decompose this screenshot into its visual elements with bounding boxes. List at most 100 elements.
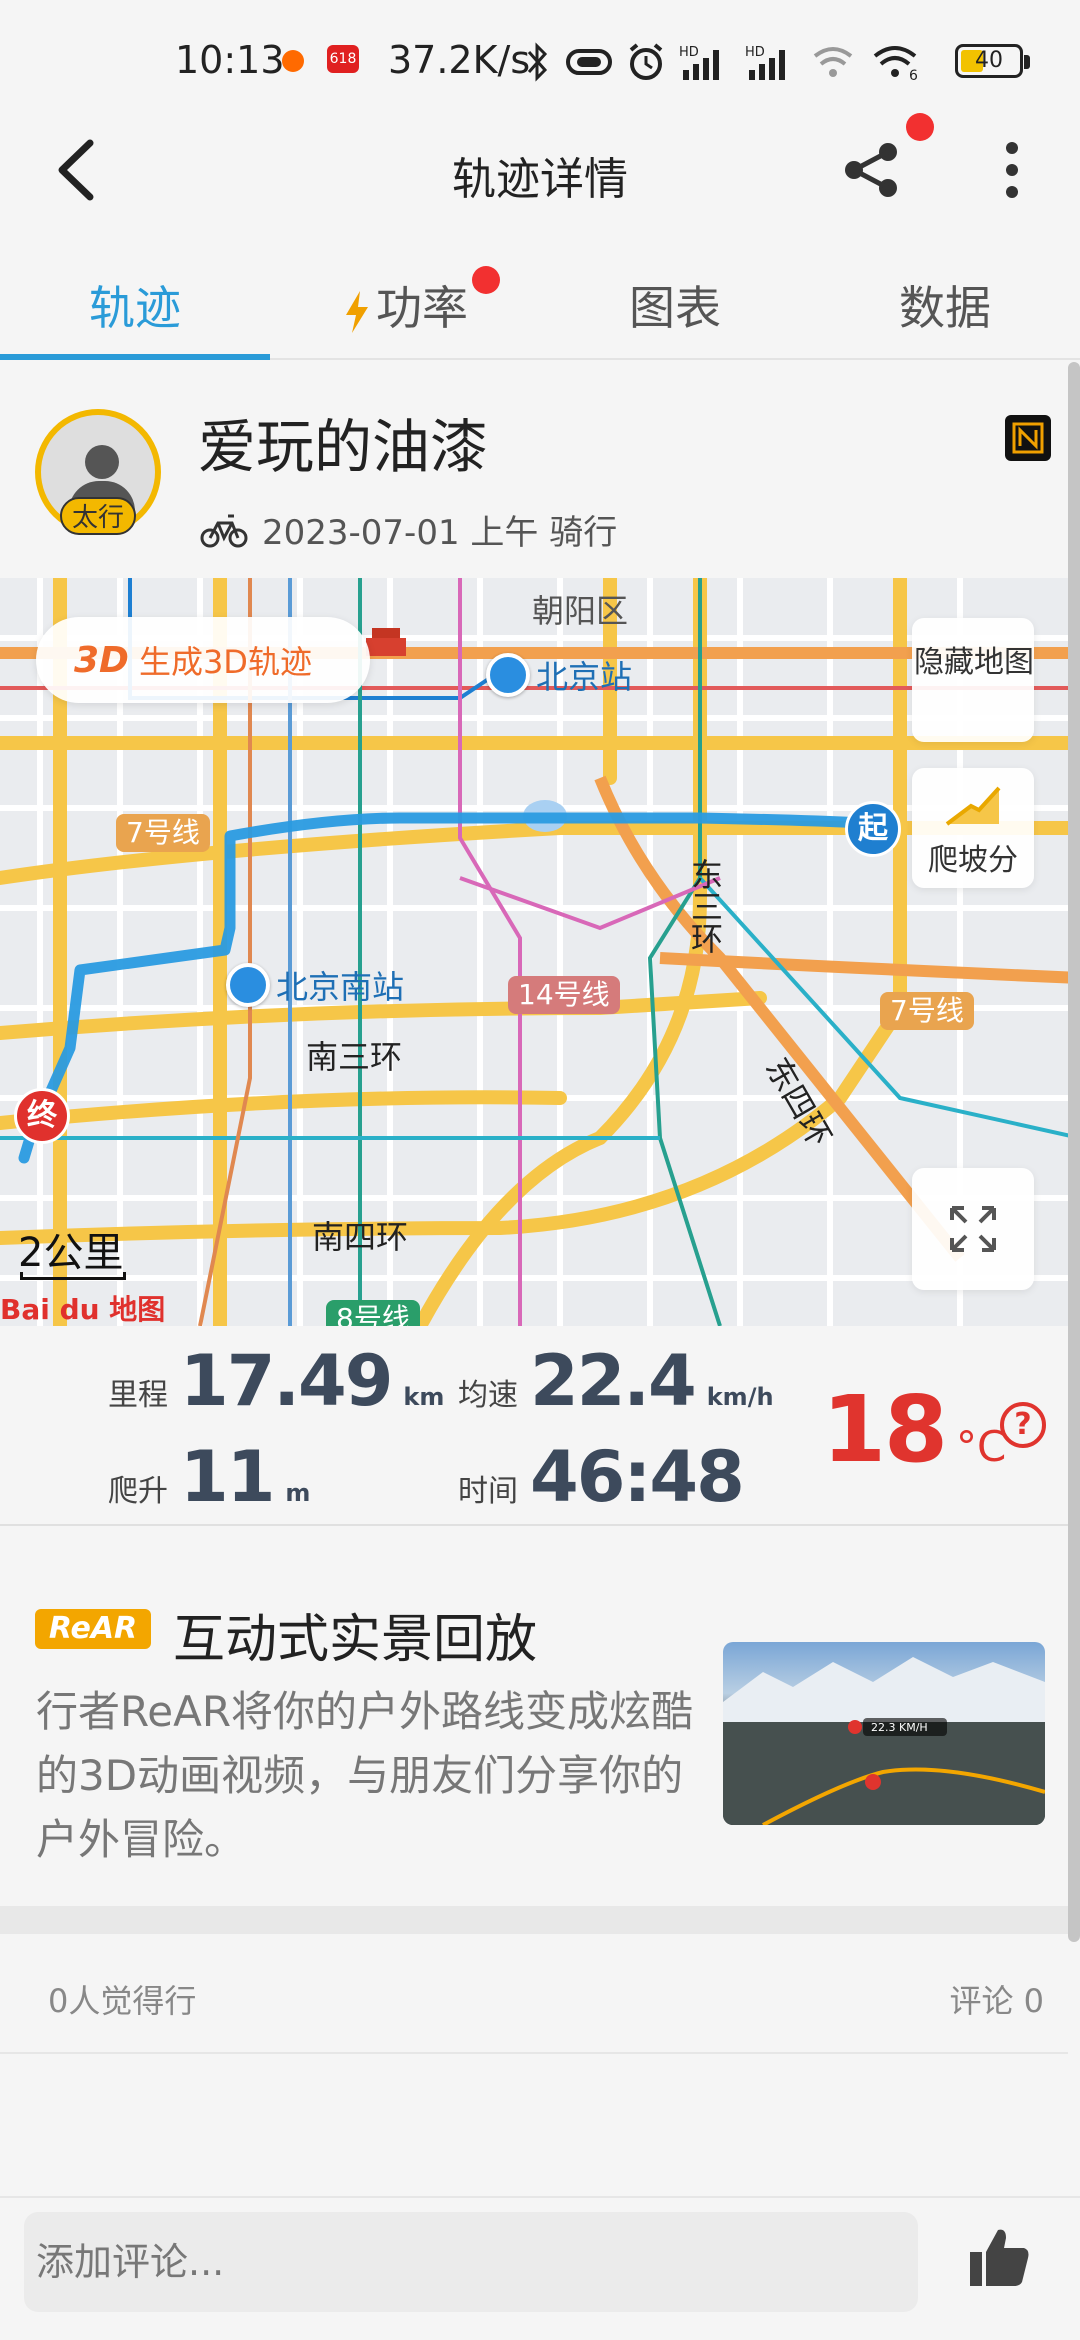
metro-badge-line14: 14号线: [508, 976, 620, 1014]
device-brand-icon: [1005, 415, 1051, 461]
map-scale: 2公里: [18, 1230, 124, 1276]
stat-time: 时间 46:48: [458, 1436, 745, 1518]
more-vertical-icon[interactable]: [1000, 140, 1024, 200]
fullscreen-button[interactable]: [912, 1168, 1034, 1290]
tab-power-label: 功率: [376, 281, 468, 335]
station-beijing-south-label: 北京南站: [276, 968, 405, 1006]
stat-climb-value: 11: [180, 1436, 275, 1518]
rear-logo: ReAR: [35, 1609, 151, 1649]
share-icon[interactable]: [842, 140, 902, 200]
bolt-icon: [346, 290, 368, 333]
rail-station-icon: [486, 653, 530, 697]
help-icon[interactable]: ?: [1000, 1402, 1046, 1448]
section-divider: [0, 1906, 1068, 1934]
temperature: 18 °C: [822, 1376, 1006, 1483]
rear-title: 互动式实景回放: [173, 1610, 538, 1670]
route-start-marker: 起: [845, 801, 901, 857]
tab-data-label: 数据: [899, 281, 991, 335]
tab-active-indicator: [0, 354, 270, 360]
vibrate-icon: [566, 49, 612, 75]
hide-map-label: 隐藏地图: [914, 645, 1034, 680]
notification-dot-icon: [282, 50, 304, 72]
thumbs-up-icon[interactable]: [966, 2224, 1032, 2290]
climb-score-button[interactable]: 爬坡分: [912, 768, 1034, 888]
3d-icon: 3D: [74, 639, 129, 681]
tab-track[interactable]: 轨迹: [0, 262, 270, 360]
svg-text:6: 6: [909, 68, 918, 82]
temperature-unit: °C: [956, 1422, 1007, 1471]
expand-icon: [950, 1206, 996, 1252]
stat-time-label: 时间: [458, 1474, 518, 1509]
alarm-icon: [629, 43, 663, 80]
stat-avg-speed-label: 均速: [458, 1378, 518, 1413]
social-row: 0人觉得行 评论 0: [0, 1934, 1068, 2054]
tab-data[interactable]: 数据: [810, 262, 1080, 358]
station-beijing-south[interactable]: 北京南站: [226, 962, 404, 1008]
baidu-map-logo: Bai du 地图: [0, 1293, 166, 1326]
tab-bar: 轨迹 功率 图表 数据: [0, 262, 1080, 360]
climb-icon: [945, 786, 1001, 826]
status-icons: HD HD 6: [525, 40, 923, 84]
rail-station-icon: [226, 963, 270, 1007]
stat-avg-speed: 均速 22.4 km/h: [458, 1340, 774, 1422]
stat-climb: 爬升 11 m: [108, 1436, 310, 1518]
share-badge: [906, 113, 934, 141]
tab-chart-label: 图表: [629, 281, 721, 335]
map-scale-bar: [20, 1272, 126, 1280]
climb-score-label: 爬坡分: [928, 843, 1018, 878]
username[interactable]: 爱玩的油漆: [198, 400, 488, 484]
map-label-south3: 南三环: [306, 1038, 403, 1076]
tab-track-label: 轨迹: [89, 281, 181, 335]
metro-badge-line8: 8号线: [326, 1300, 420, 1326]
page: 10:13 618 37.2K/s HD HD 6 40 轨迹详情 轨迹 功率 …: [0, 0, 1080, 2340]
activity-meta: 2023-07-01 上午 骑行: [200, 505, 617, 554]
activity-date: 2023-07-01 上午 骑行: [262, 513, 618, 553]
status-bar: 10:13 618 37.2K/s HD HD 6 40: [0, 0, 1080, 120]
stat-avg-speed-unit: km/h: [706, 1383, 774, 1411]
comments-count[interactable]: 评论 0: [949, 1976, 1044, 2022]
page-title: 轨迹详情: [452, 154, 628, 205]
map-label-south4: 南四环: [312, 1218, 409, 1256]
status-time: 10:13: [175, 38, 285, 82]
battery-icon: 40: [955, 44, 1030, 78]
route-end-marker: 终: [14, 1088, 70, 1144]
battery-level: 40: [975, 48, 1003, 73]
rear-thumb-speed: 22.3 KM/H: [871, 1721, 928, 1734]
app-notification-icon: 618: [327, 45, 359, 73]
likes-count[interactable]: 0人觉得行: [48, 1976, 196, 2022]
station-beijing[interactable]: 北京站: [486, 652, 632, 698]
bluetooth-icon: [527, 42, 548, 82]
map-label-chaoyang: 朝阳区: [532, 592, 629, 630]
metro-badge-line7b: 7号线: [880, 992, 974, 1030]
wifi-plus-icon: [813, 47, 853, 77]
rear-preview-image[interactable]: 22.3 KM/H: [723, 1642, 1045, 1825]
status-net-speed: 37.2K/s: [388, 38, 531, 82]
stat-climb-unit: m: [285, 1479, 311, 1507]
tab-power-badge: [472, 266, 500, 294]
signal-hd-1-icon: HD: [679, 45, 719, 80]
stat-distance-value: 17.49: [180, 1340, 393, 1422]
stat-distance-label: 里程: [108, 1378, 168, 1413]
level-badge: 太行: [60, 497, 136, 535]
scrollbar[interactable]: [1068, 362, 1080, 1942]
generate-3d-button[interactable]: 3D 生成3D轨迹: [36, 617, 370, 703]
station-beijing-label: 北京站: [536, 658, 633, 696]
comment-input[interactable]: [24, 2212, 918, 2312]
generate-3d-label: 生成3D轨迹: [138, 643, 312, 681]
signal-hd-2-icon: HD: [745, 45, 785, 80]
stat-climb-label: 爬升: [108, 1474, 168, 1509]
tab-chart[interactable]: 图表: [540, 262, 810, 358]
stat-distance-unit: km: [403, 1383, 445, 1411]
map-label-east3: 东三环: [686, 858, 724, 954]
stat-time-value: 46:48: [530, 1436, 745, 1518]
wifi-icon: 6: [873, 46, 918, 82]
rear-description: 行者ReAR将你的户外路线变成炫酷的3D动画视频，与朋友们分享你的户外冒险。: [36, 1687, 694, 1864]
temperature-value: 18: [822, 1376, 948, 1483]
bicycle-icon: [200, 514, 248, 547]
stat-distance: 里程 17.49 km: [108, 1340, 444, 1422]
svg-text:HD: HD: [745, 45, 765, 60]
metro-badge-line7: 7号线: [116, 814, 210, 852]
stat-avg-speed-value: 22.4: [530, 1340, 697, 1422]
svg-text:HD: HD: [679, 45, 699, 60]
hide-map-button[interactable]: 隐藏地图: [912, 618, 1034, 742]
